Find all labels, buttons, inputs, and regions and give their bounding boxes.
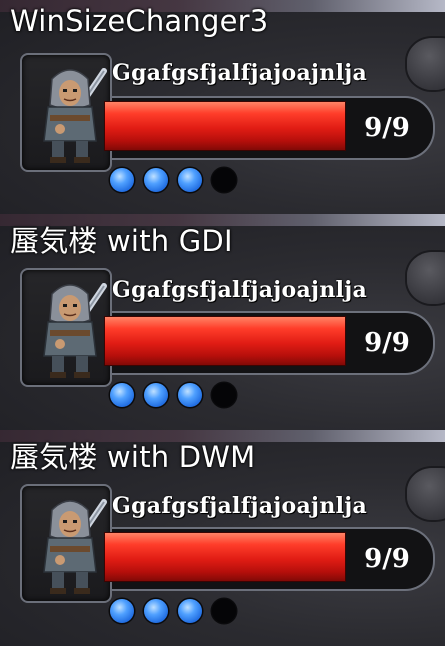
charge-dot-filled — [110, 168, 134, 192]
panel-caption: 蜃気楼 with DWM — [10, 440, 256, 474]
comparison-panel-dwm: 蜃気楼 with DWM Ggafgsfjalfjajoajnlja 9/9 — [0, 430, 445, 646]
character-name: Ggafgsfjalfjajoajnlja — [112, 277, 368, 303]
panel-caption: WinSizeChanger3 — [10, 4, 269, 38]
character-name: Ggafgsfjalfjajoajnlja — [112, 493, 368, 519]
hp-bar — [104, 316, 346, 366]
charge-dot-filled — [144, 168, 168, 192]
hp-bar — [104, 532, 346, 582]
rock-icon — [407, 38, 445, 90]
charge-indicators — [110, 599, 236, 623]
character-name: Ggafgsfjalfjajoajnlja — [112, 60, 368, 86]
charge-dot-filled — [178, 599, 202, 623]
hooded-swordsman-icon — [43, 283, 107, 378]
comparison-panel-winsizechanger3: WinSizeChanger3 Ggafgsfjalfjajoajnlja 9/… — [0, 0, 445, 214]
character-portrait-frame[interactable] — [20, 268, 112, 387]
hp-value: 9/9 — [364, 328, 410, 358]
rock-icon — [407, 468, 445, 520]
rock-icon — [407, 252, 445, 304]
charge-indicators — [110, 168, 236, 192]
charge-dot-filled — [110, 383, 134, 407]
charge-dot-empty — [212, 599, 236, 623]
hooded-swordsman-icon — [43, 499, 107, 594]
hooded-swordsman-icon — [43, 68, 107, 163]
hp-bar — [104, 101, 346, 151]
charge-indicators — [110, 383, 236, 407]
charge-dot-filled — [178, 168, 202, 192]
panel-caption: 蜃気楼 with GDI — [10, 224, 233, 258]
charge-dot-filled — [144, 599, 168, 623]
charge-dot-filled — [178, 383, 202, 407]
hp-value: 9/9 — [364, 544, 410, 574]
charge-dot-empty — [212, 383, 236, 407]
charge-dot-filled — [110, 599, 134, 623]
hp-value: 9/9 — [364, 113, 410, 143]
character-portrait-frame[interactable] — [20, 53, 112, 172]
comparison-panel-gdi: 蜃気楼 with GDI Ggafgsfjalfjajoajnlja 9/9 — [0, 214, 445, 430]
charge-dot-empty — [212, 168, 236, 192]
character-portrait-frame[interactable] — [20, 484, 112, 603]
charge-dot-filled — [144, 383, 168, 407]
